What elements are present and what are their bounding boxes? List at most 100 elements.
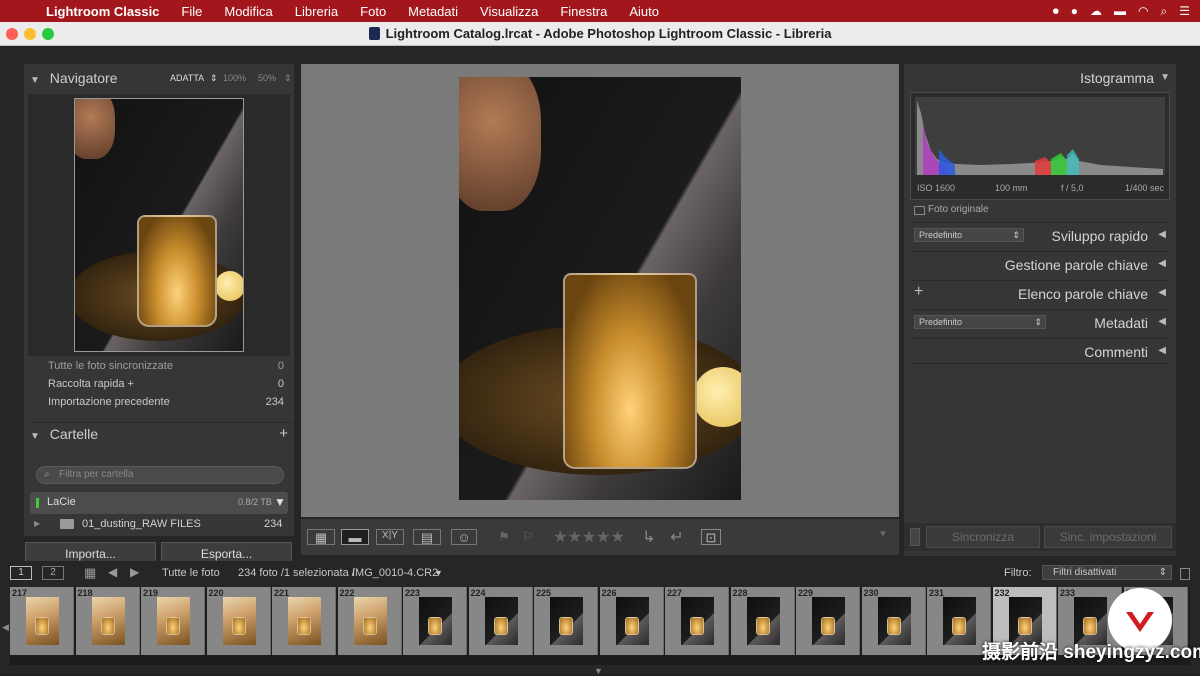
filmstrip-cell[interactable]: 227 (665, 587, 729, 655)
histogram-display[interactable]: ISO 1600 100 mm f / 5,0 1/400 sec (910, 92, 1170, 200)
quick-develop-header[interactable]: Predefinito ⇕ Sviluppo rapido ◀ (910, 222, 1170, 248)
sync-button[interactable]: Sincronizza (926, 526, 1040, 548)
menu-window[interactable]: Finestra (549, 4, 618, 19)
filmstrip-thumbnail[interactable] (943, 597, 976, 645)
rotate-left-icon[interactable]: ↳ (639, 527, 659, 546)
primary-window-button[interactable]: 1 (10, 566, 32, 580)
auto-sync-switch[interactable] (910, 528, 920, 546)
pick-flag-icon[interactable]: ⚑ (497, 529, 511, 545)
folder-search-input[interactable]: ⌕ Filtra per cartella (36, 466, 284, 484)
menu-edit[interactable]: Modifica (213, 4, 283, 19)
filmstrip-thumbnail[interactable] (812, 597, 845, 645)
grid-icon[interactable]: ▦ (84, 565, 96, 581)
catalog-row-previous-import[interactable]: Importazione precedente 234 (48, 396, 284, 408)
flag-icon[interactable]: ▬ (1114, 4, 1126, 18)
filmstrip-thumbnail[interactable] (746, 597, 780, 645)
main-photo[interactable] (459, 77, 741, 500)
filmstrip-thumbnail[interactable] (877, 597, 911, 645)
filmstrip-cell[interactable]: 229 (796, 587, 860, 655)
menu-photo[interactable]: Foto (349, 4, 397, 19)
filmstrip-thumbnail[interactable] (419, 597, 452, 645)
zoom-50[interactable]: 50% (258, 73, 276, 83)
sync-settings-button[interactable]: Sinc. impostazioni (1044, 526, 1172, 548)
filmstrip-thumbnail[interactable] (550, 597, 583, 645)
filter-lock-icon[interactable] (1180, 568, 1190, 580)
original-photo-checkbox[interactable] (914, 206, 925, 215)
catalog-row-synced[interactable]: Tutte le foto sincronizzate 0 (48, 360, 284, 372)
loupe-view-icon[interactable]: ▬ (341, 529, 369, 545)
filmstrip-thumbnail[interactable] (288, 597, 321, 645)
folders-header[interactable]: ▼ Cartelle + (30, 422, 292, 444)
filmstrip-cell[interactable]: 228 (730, 587, 795, 655)
add-folder-icon[interactable]: + (279, 425, 288, 442)
filmstrip-thumbnail[interactable] (615, 597, 649, 645)
back-arrow-icon[interactable]: ◀ (108, 565, 117, 579)
navigator-header[interactable]: ▼ Navigatore (30, 70, 118, 86)
expand-triangle-icon[interactable]: ▼ (274, 495, 286, 509)
add-keyword-icon[interactable]: + (914, 283, 923, 301)
folder-row[interactable]: ▶ 01_dusting_RAW FILES 234 (30, 516, 288, 534)
filmstrip-cell[interactable]: 225 (534, 587, 598, 655)
toolbar-dropdown-icon[interactable]: ▼ (875, 529, 891, 545)
zoom-100[interactable]: 100% (223, 73, 246, 83)
filter-dropdown[interactable]: Filtri disattivati ⇕ (1042, 565, 1172, 580)
catalog-row-quick-collection[interactable]: Raccolta rapida + 0 (48, 378, 284, 390)
wifi-icon[interactable]: ◠ (1138, 4, 1148, 18)
minimize-window-button[interactable] (24, 28, 36, 40)
close-window-button[interactable] (6, 28, 18, 40)
filmstrip-filename[interactable]: IMG_0010-4.CR2 (352, 567, 438, 579)
control-center-icon[interactable]: ☰ (1179, 4, 1190, 18)
rotate-right-icon[interactable]: ↵ (667, 527, 687, 546)
histogram-header[interactable]: Istogramma ▼ (904, 68, 1176, 90)
secondary-window-button[interactable]: 2 (42, 566, 64, 580)
volume-lacie[interactable]: LaCie 0.8/2 TB ▼ (30, 492, 288, 514)
filename-dropdown-icon[interactable]: ▼ (434, 568, 443, 578)
filmstrip-cell[interactable]: 219 (141, 587, 205, 655)
filmstrip-thumbnail[interactable] (222, 597, 256, 645)
filmstrip-cell[interactable]: 220 (206, 587, 271, 655)
filmstrip-source[interactable]: Tutte le foto (162, 567, 220, 579)
filmstrip-cell[interactable]: 223 (403, 587, 467, 655)
filmstrip-thumbnail[interactable] (157, 597, 190, 645)
navigator-thumbnail[interactable] (74, 98, 244, 352)
filmstrip-cell[interactable]: 222 (337, 587, 402, 655)
menu-help[interactable]: Aiuto (618, 4, 670, 19)
filmstrip-cell[interactable]: 218 (75, 587, 140, 655)
search-icon[interactable]: ⌕ (1161, 4, 1168, 19)
filmstrip-thumbnail[interactable] (26, 597, 59, 645)
people-view-icon[interactable]: ☺ (451, 529, 477, 545)
filmstrip-thumbnail[interactable] (484, 597, 518, 645)
comments-header[interactable]: Commenti ◀ (910, 338, 1170, 364)
survey-view-icon[interactable]: ▤ (413, 529, 441, 545)
zoom-window-button[interactable] (42, 28, 54, 40)
creative-cloud-icon[interactable]: ☁ (1090, 4, 1102, 18)
filmstrip-thumbnail[interactable] (91, 597, 125, 645)
filmstrip-thumbnail[interactable] (353, 597, 387, 645)
navigator-preview[interactable] (28, 94, 290, 356)
zoom-more-arrows-icon[interactable]: ⇕ (284, 73, 292, 84)
filmstrip-cell[interactable]: 230 (861, 587, 926, 655)
record-icon[interactable]: ⏺ (1053, 4, 1059, 19)
menu-view[interactable]: Visualizza (469, 4, 549, 19)
quick-develop-preset-dropdown[interactable]: Predefinito ⇕ (914, 228, 1024, 242)
filmstrip-cell[interactable]: 226 (599, 587, 664, 655)
menu-library[interactable]: Libreria (284, 4, 349, 19)
menu-metadata[interactable]: Metadati (397, 4, 469, 19)
keyword-list-header[interactable]: + Elenco parole chiave ◀ (910, 280, 1170, 306)
metadata-header[interactable]: Predefinito ⇕ Metadati ◀ (910, 309, 1170, 335)
rating-stars[interactable]: ★★★★★ (549, 527, 629, 546)
grid-view-icon[interactable]: ▦ (307, 529, 335, 545)
filmstrip-cell[interactable]: 221 (272, 587, 336, 655)
forward-arrow-icon[interactable]: ▶ (130, 565, 139, 579)
reject-flag-icon[interactable]: ⚐ (521, 529, 535, 545)
compare-view-icon[interactable]: X|Y (376, 529, 404, 545)
metadata-preset-dropdown[interactable]: Predefinito ⇕ (914, 315, 1046, 329)
zoom-fit[interactable]: ADATTA (170, 73, 204, 83)
filmstrip-cell[interactable]: 224 (468, 587, 533, 655)
crop-overlay-icon[interactable]: ⊡ (701, 529, 721, 545)
filmstrip-scroll-left-icon[interactable]: ◀ (2, 622, 9, 633)
menu-app-name[interactable]: Lightroom Classic (38, 4, 170, 19)
filmstrip-cell[interactable]: 217 (10, 587, 74, 655)
keyword-management-header[interactable]: Gestione parole chiave ◀ (910, 251, 1170, 277)
app-status-icon[interactable]: ● (1071, 4, 1078, 18)
